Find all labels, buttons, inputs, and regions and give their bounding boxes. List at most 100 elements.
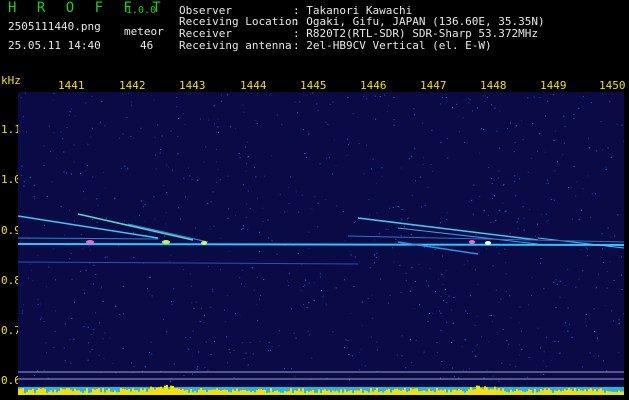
info-value-antenna: : 2el-HB9CV Vertical (el. E-W) [293,39,492,52]
level-peak [208,389,210,395]
noise-speck [30,269,32,271]
noise-speck [440,312,442,314]
noise-speck [235,214,236,216]
noise-speck [505,210,507,212]
x-tick-label: 1447 [420,79,447,92]
noise-speck [20,121,22,123]
noise-speck [571,218,573,220]
noise-speck [26,131,27,133]
noise-speck [73,338,75,340]
level-peak [502,388,504,395]
level-peak [372,391,374,395]
y-axis-unit: kHz [1,74,21,87]
level-peak [500,390,502,395]
level-peak [158,387,160,395]
noise-speck [595,287,597,289]
level-peak [452,389,454,395]
noise-speck [518,178,520,180]
noise-speck [500,298,502,300]
noise-speck [184,196,186,198]
noise-speck [48,266,50,268]
noise-speck [405,280,407,282]
level-peak [76,390,78,395]
level-peak [268,392,270,395]
level-peak [196,392,198,395]
level-peak [406,391,408,395]
noise-speck [358,369,360,371]
noise-speck [578,278,580,280]
level-peak [412,389,414,395]
noise-speck [488,341,490,343]
noise-speck [598,355,599,357]
noise-speck [419,304,421,306]
level-peak [228,391,230,395]
level-peak [238,391,240,395]
noise-speck [348,354,350,355]
noise-speck [84,266,86,268]
noise-speck [130,101,132,103]
noise-speck [192,355,194,357]
level-peak [506,392,508,395]
noise-speck [18,95,20,97]
level-peak [618,390,620,395]
noise-speck [220,94,222,96]
noise-speck [204,367,206,368]
level-peak [202,390,204,395]
noise-speck [148,352,150,353]
level-peak [70,389,72,395]
noise-speck [445,270,447,272]
noise-speck [621,274,623,276]
noise-speck [535,235,537,237]
noise-speck [358,142,360,144]
noise-speck [575,195,577,197]
noise-speck [442,96,443,98]
noise-speck [122,285,124,287]
noise-speck [87,326,89,328]
noise-speck [209,226,211,228]
noise-speck [102,338,104,340]
noise-speck [317,110,319,112]
level-peak [484,386,486,395]
noise-speck [370,336,372,338]
noise-speck [456,103,458,105]
noise-speck [90,334,92,336]
level-peak [50,390,52,395]
noise-speck [308,131,310,133]
level-peak [22,388,24,395]
noise-speck [23,185,25,187]
noise-speck [100,121,101,123]
noise-speck [399,264,401,266]
noise-speck [144,220,146,222]
noise-speck [281,124,283,126]
x-tick-label: 1449 [540,79,567,92]
noise-speck [104,332,106,334]
level-peak [598,389,600,395]
noise-speck [603,360,605,362]
noise-speck [73,161,75,163]
noise-speck [84,292,85,294]
noise-speck [177,118,179,119]
noise-speck [436,351,438,353]
level-peak [462,391,464,395]
level-peak [604,392,606,395]
noise-speck [507,128,508,129]
level-peak [482,389,484,395]
noise-speck [149,231,151,233]
level-peak [112,392,114,395]
noise-speck [189,175,191,177]
level-peak [376,388,378,395]
noise-speck [520,120,522,122]
level-peak [262,390,264,395]
noise-speck [446,321,448,323]
noise-speck [505,290,507,292]
noise-speck [488,214,489,216]
capture-datetime: 25.05.11 14:40 [8,39,101,52]
noise-speck [149,277,151,278]
level-peak [370,388,372,395]
noise-speck [288,285,289,287]
noise-speck [256,277,258,279]
noise-speck [70,252,72,254]
noise-speck [118,137,120,139]
noise-speck [582,188,584,190]
noise-speck [385,228,387,230]
